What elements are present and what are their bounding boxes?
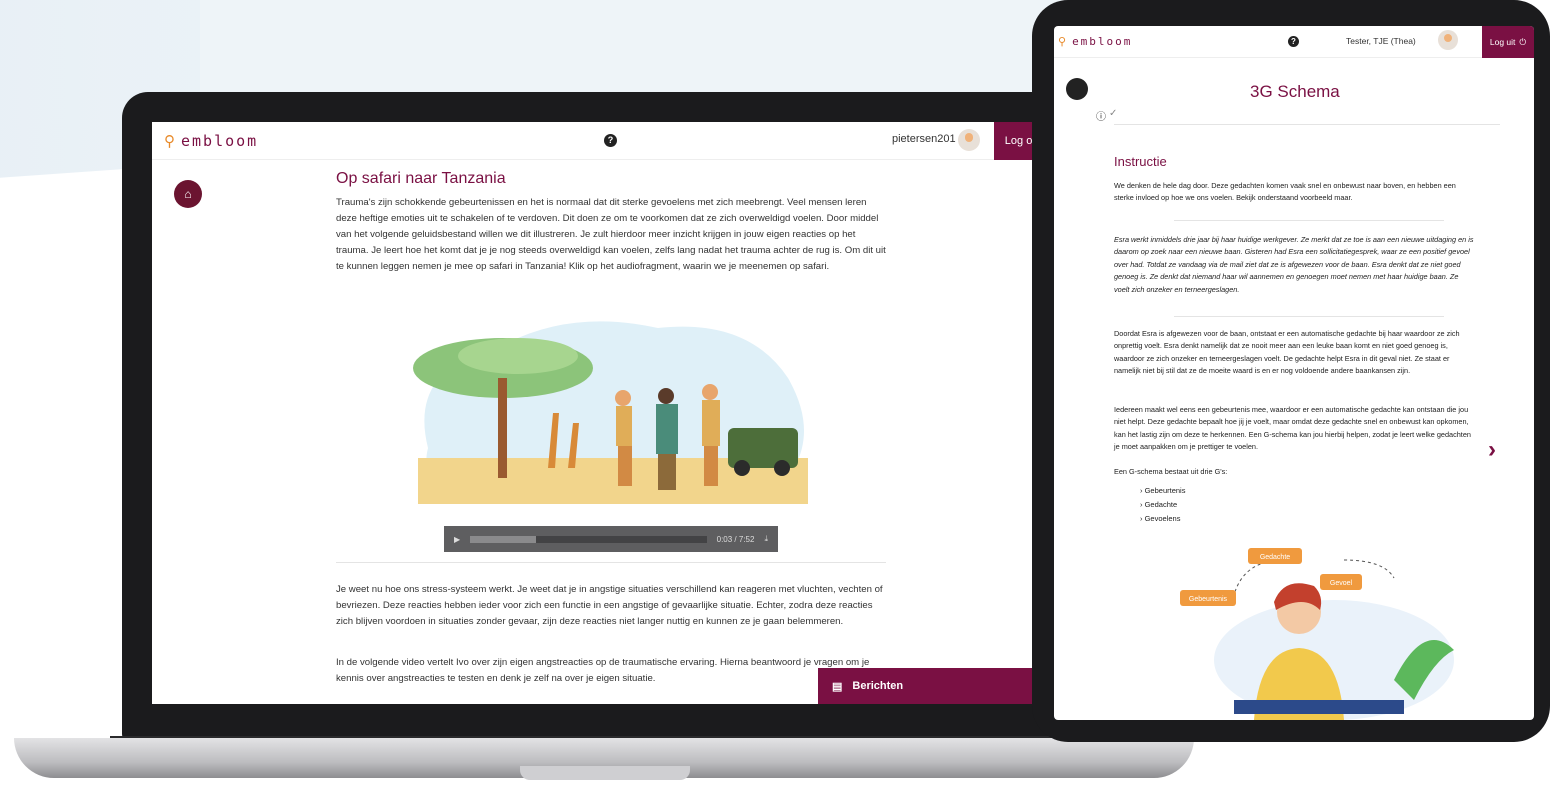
page-title: Op safari naar Tanzania [336,170,506,187]
avatar[interactable] [958,129,980,151]
help-icon[interactable]: ? [604,134,617,147]
diagram-label-feeling: Gevoel [1330,580,1353,587]
audio-time: 0:03 / 7:52 [716,534,755,544]
next-arrow-icon[interactable]: › [1488,436,1496,464]
g-schema-illustration: Gedachte Gebeurtenis Gevoel [1180,548,1454,720]
example-paragraph: Esra werkt inmiddels drie jaar bij haar … [1114,235,1474,294]
divider [1174,220,1444,221]
laptop-screen: ⚲ embloom ? pietersen201 Log out ⏻ ⌂ Op … [152,122,1066,704]
divider [1174,316,1444,317]
laptop-notch [520,766,690,780]
list-item: Gevoelens [1140,512,1185,526]
home-icon: ⌂ [184,187,192,201]
help-icon[interactable]: ? [1288,36,1299,47]
status-icons: ⓘ ✓ [1096,108,1117,123]
audio-progress-fill [470,535,537,543]
audio-progress-bar[interactable] [470,535,707,543]
chat-icon: ▤ [832,680,843,693]
body-paragraph: Je weet nu hoe ons stress-systeem werkt.… [336,584,883,628]
embloom-logo[interactable]: ⚲ embloom [1058,35,1132,48]
logo-mark-icon: ⚲ [164,132,177,150]
info-icon[interactable]: ⓘ [1096,108,1106,123]
diagram-label-thought: Gedachte [1260,554,1290,561]
avatar[interactable] [1438,30,1458,50]
divider [1114,124,1500,125]
home-button[interactable] [1066,78,1088,100]
audio-player[interactable]: ▶ 0:03 / 7:52 ⤓ [444,526,778,552]
play-icon[interactable]: ▶ [454,535,460,544]
intro-paragraph: We denken de hele dag door. Deze gedacht… [1114,181,1456,203]
home-button[interactable]: ⌂ [174,180,202,208]
audio-duration: 7:52 [738,534,755,544]
check-circle-icon: ✓ [1109,108,1118,119]
list-item: Gebeurtenis [1140,484,1186,498]
body-paragraph: In de volgende video vertelt Ivo over zi… [336,657,870,685]
logout-label: Log uit [1489,37,1516,47]
username: pietersen201 [892,133,956,145]
divider [336,562,886,563]
g-list: Gebeurtenis Gedachte Gevoelens [1140,484,1186,526]
embloom-logo[interactable]: ⚲ embloom [164,132,258,150]
messages-panel-toggle[interactable]: ▤ Berichten ⌃ [818,668,1064,704]
tablet-screen: ⚲ embloom ? Tester, TJE (Thea) Log uit ⏻… [1054,26,1534,720]
list-item: Gedachte [1140,498,1185,512]
page-title: 3G Schema [1250,82,1340,101]
audio-current: 0:03 [716,534,733,544]
body-paragraph: Doordat Esra is afgewezen voor de baan, … [1114,329,1460,376]
intro-paragraph: Trauma's zijn schokkende gebeurtenissen … [336,197,886,273]
safari-illustration [413,321,808,504]
power-icon: ⏻ [1519,36,1527,47]
username: Tester, TJE (Thea) [1346,36,1416,46]
header: ⚲ embloom ? Tester, TJE (Thea) Log uit ⏻ [1054,26,1534,58]
list-intro: Een G-schema bestaat uit drie G's: [1114,467,1228,476]
section-heading: Instructie [1114,154,1167,169]
logo-mark-icon: ⚲ [1058,35,1069,48]
logo-text: embloom [181,132,259,150]
diagram-label-event: Gebeurtenis [1189,596,1228,603]
body-paragraph: Iedereen maakt wel eens een gebeurtenis … [1114,405,1471,452]
messages-label: Berichten [852,680,904,692]
header: ⚲ embloom ? pietersen201 Log out ⏻ [152,122,1066,160]
logout-button[interactable]: Log uit ⏻ [1482,26,1534,58]
download-icon[interactable]: ⤓ [764,534,768,544]
logo-text: embloom [1072,35,1133,48]
